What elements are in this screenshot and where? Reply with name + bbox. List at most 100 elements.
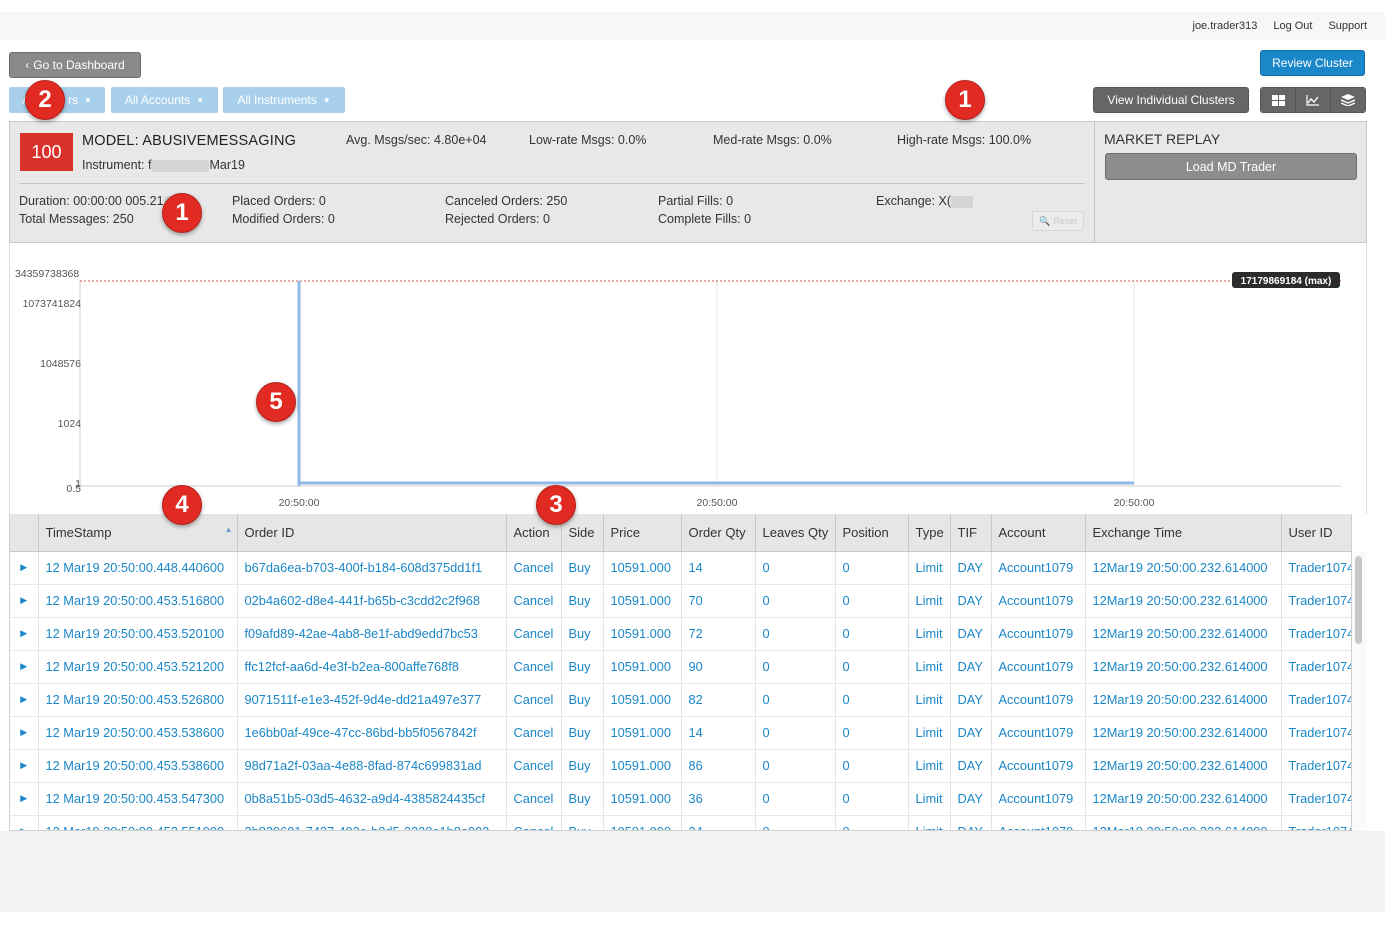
expand-row-icon[interactable]: ▶ bbox=[10, 617, 39, 651]
cell-position[interactable]: 0 bbox=[835, 815, 909, 830]
column-header-leaves-qty[interactable]: Leaves Qty bbox=[755, 514, 836, 552]
cell-exchange-time[interactable]: 12Mar19 20:50:00.232.614000 bbox=[1085, 716, 1282, 750]
cell-action[interactable]: Cancel bbox=[506, 782, 562, 816]
cell-user-id[interactable]: Trader1074 bbox=[1281, 650, 1351, 684]
cell-leaves-qty[interactable]: 0 bbox=[755, 584, 836, 618]
cell-action[interactable]: Cancel bbox=[506, 749, 562, 783]
cell-leaves-qty[interactable]: 0 bbox=[755, 782, 836, 816]
cell-side[interactable]: Buy bbox=[561, 683, 604, 717]
cell-leaves-qty[interactable]: 0 bbox=[755, 551, 836, 585]
cell-side[interactable]: Buy bbox=[561, 782, 604, 816]
cell-position[interactable]: 0 bbox=[835, 617, 909, 651]
cell-order-id[interactable]: ffc12fcf-aa6d-4e3f-b2ea-800affe768f8 bbox=[237, 650, 507, 684]
cell-order-id[interactable]: 0b8a51b5-03d5-4632-a9d4-4385824435cf bbox=[237, 782, 507, 816]
cell-side[interactable]: Buy bbox=[561, 749, 604, 783]
cell-account[interactable]: Account1079 bbox=[991, 782, 1086, 816]
cell-position[interactable]: 0 bbox=[835, 749, 909, 783]
cell-type[interactable]: Limit bbox=[908, 650, 951, 684]
review-cluster-button[interactable]: Review Cluster bbox=[1260, 50, 1365, 76]
cell-type[interactable]: Limit bbox=[908, 683, 951, 717]
cell-price[interactable]: 10591.000 bbox=[603, 716, 682, 750]
cell-user-id[interactable]: Trader1074 bbox=[1281, 683, 1351, 717]
cell-timestamp[interactable]: 12 Mar19 20:50:00.453.547300 bbox=[38, 782, 238, 816]
cell-leaves-qty[interactable]: 0 bbox=[755, 749, 836, 783]
column-header-tif[interactable]: TIF bbox=[950, 514, 992, 552]
cell-side[interactable]: Buy bbox=[561, 551, 604, 585]
cell-action[interactable]: Cancel bbox=[506, 815, 562, 830]
table-row[interactable]: ▶ 12 Mar19 20:50:00.453.538600 1e6bb0af-49… bbox=[10, 716, 1351, 750]
cell-order-id[interactable]: 9071511f-e1e3-452f-9d4e-dd21a497e377 bbox=[237, 683, 507, 717]
column-header-type[interactable]: Type bbox=[908, 514, 951, 552]
cell-type[interactable]: Limit bbox=[908, 551, 951, 585]
cell-order-id[interactable]: 98d71a2f-03aa-4e88-8fad-874c699831ad bbox=[237, 749, 507, 783]
cell-type[interactable]: Limit bbox=[908, 782, 951, 816]
cell-order-id[interactable]: 1e6bb0af-49ce-47cc-86bd-bb5f0567842f bbox=[237, 716, 507, 750]
cell-price[interactable]: 10591.000 bbox=[603, 551, 682, 585]
cell-account[interactable]: Account1079 bbox=[991, 749, 1086, 783]
cell-action[interactable]: Cancel bbox=[506, 683, 562, 717]
cell-price[interactable]: 10591.000 bbox=[603, 782, 682, 816]
cell-type[interactable]: Limit bbox=[908, 716, 951, 750]
cell-price[interactable]: 10591.000 bbox=[603, 650, 682, 684]
grid-scrollbar[interactable] bbox=[1352, 551, 1367, 831]
column-header-user-id[interactable]: User ID bbox=[1281, 514, 1351, 552]
cell-side[interactable]: Buy bbox=[561, 650, 604, 684]
view-individual-clusters-button[interactable]: View Individual Clusters bbox=[1093, 87, 1249, 113]
cell-side[interactable]: Buy bbox=[561, 584, 604, 618]
cell-position[interactable]: 0 bbox=[835, 683, 909, 717]
cell-exchange-time[interactable]: 12Mar19 20:50:00.232.614000 bbox=[1085, 617, 1282, 651]
cell-leaves-qty[interactable]: 0 bbox=[755, 617, 836, 651]
table-row[interactable]: ▶ 12 Mar19 20:50:00.453.516800 02b4a602-d8… bbox=[10, 584, 1351, 618]
cell-timestamp[interactable]: 12 Mar19 20:50:00.453.520100 bbox=[38, 617, 238, 651]
cell-tif[interactable]: DAY bbox=[950, 749, 992, 783]
cell-leaves-qty[interactable]: 0 bbox=[755, 650, 836, 684]
logout-link[interactable]: Log Out bbox=[1273, 20, 1312, 32]
column-header-exchange-time[interactable]: Exchange Time bbox=[1085, 514, 1282, 552]
cell-order-qty[interactable]: 82 bbox=[681, 683, 756, 717]
table-row[interactable]: ▶12 Mar19 20:50:00.453.5519002b829601-74… bbox=[10, 815, 1351, 830]
expand-row-icon[interactable]: ▶ bbox=[10, 749, 39, 783]
cell-position[interactable]: 0 bbox=[835, 782, 909, 816]
cell-account[interactable]: Account1079 bbox=[991, 815, 1086, 830]
cell-timestamp[interactable]: 12 Mar19 20:50:00.453.538600 bbox=[38, 716, 238, 750]
cell-exchange-time[interactable]: 12Mar19 20:50:00.232.614000 bbox=[1085, 650, 1282, 684]
table-row[interactable]: ▶ 12 Mar19 20:50:00.453.520100 f09afd89-42… bbox=[10, 617, 1351, 651]
scrollbar-thumb[interactable] bbox=[1355, 556, 1362, 644]
cell-order-qty[interactable]: 14 bbox=[681, 551, 756, 585]
cell-timestamp[interactable]: 12 Mar19 20:50:00.453.526800 bbox=[38, 683, 238, 717]
cell-exchange-time[interactable]: 12Mar19 20:50:00.232.614000 bbox=[1085, 584, 1282, 618]
column-header-position[interactable]: Position bbox=[835, 514, 909, 552]
cell-price[interactable]: 10591.000 bbox=[603, 749, 682, 783]
cell-exchange-time[interactable]: 12Mar19 20:50:00.232.614000 bbox=[1085, 551, 1282, 585]
expand-row-icon[interactable]: ▶ bbox=[10, 683, 39, 717]
cell-account[interactable]: Account1079 bbox=[991, 683, 1086, 717]
cell-side[interactable]: Buy bbox=[561, 815, 604, 830]
cell-timestamp[interactable]: 12 Mar19 20:50:00.453.551900 bbox=[38, 815, 238, 830]
layers-icon[interactable] bbox=[1331, 88, 1365, 112]
cell-position[interactable]: 0 bbox=[835, 584, 909, 618]
cell-exchange-time[interactable]: 12Mar19 20:50:00.232.614000 bbox=[1085, 683, 1282, 717]
cell-side[interactable]: Buy bbox=[561, 617, 604, 651]
cell-account[interactable]: Account1079 bbox=[991, 584, 1086, 618]
cell-timestamp[interactable]: 12 Mar19 20:50:00.448.440600 bbox=[38, 551, 238, 585]
grid-view-icon[interactable] bbox=[1261, 88, 1296, 112]
column-header-price[interactable]: Price bbox=[603, 514, 682, 552]
table-row[interactable]: ▶ 12 Mar19 20:50:00.453.538600 98d71a2f-03… bbox=[10, 749, 1351, 783]
cell-tif[interactable]: DAY bbox=[950, 650, 992, 684]
cell-tif[interactable]: DAY bbox=[950, 815, 992, 830]
cell-tif[interactable]: DAY bbox=[950, 716, 992, 750]
cell-type[interactable]: Limit bbox=[908, 617, 951, 651]
cell-type[interactable]: Limit bbox=[908, 749, 951, 783]
expand-row-icon[interactable]: ▶ bbox=[10, 551, 39, 585]
cell-action[interactable]: Cancel bbox=[506, 650, 562, 684]
cell-position[interactable]: 0 bbox=[835, 650, 909, 684]
load-md-trader-button[interactable]: Load MD Trader bbox=[1105, 153, 1357, 180]
cell-user-id[interactable]: Trader1074 bbox=[1281, 617, 1351, 651]
support-link[interactable]: Support bbox=[1328, 20, 1367, 32]
instruments-filter[interactable]: All Instruments ▼ bbox=[223, 87, 345, 113]
cell-action[interactable]: Cancel bbox=[506, 716, 562, 750]
cell-price[interactable]: 10591.000 bbox=[603, 617, 682, 651]
cell-price[interactable]: 10591.000 bbox=[603, 584, 682, 618]
cell-action[interactable]: Cancel bbox=[506, 551, 562, 585]
cell-user-id[interactable]: Trader1074 bbox=[1281, 749, 1351, 783]
